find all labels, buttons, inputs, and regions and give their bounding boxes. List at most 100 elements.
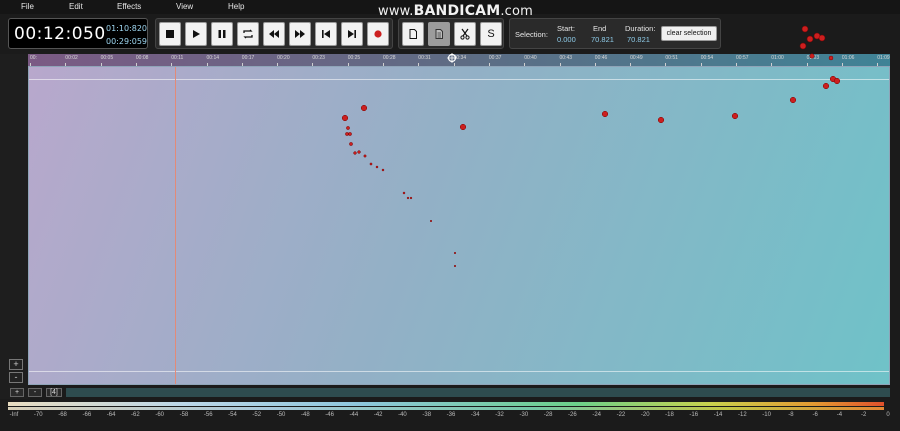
menu-view[interactable]: View [176, 2, 193, 11]
marker-dot [453, 251, 457, 255]
ruler-tick-label: 00:54 [700, 55, 714, 61]
paste-icon [435, 29, 443, 39]
rewind-button[interactable] [263, 22, 285, 46]
timeline-ruler[interactable]: 00: 00:02 00:05 00:08 00:11 00:14 00:17 00:20 00… [28, 54, 890, 66]
ruler-tick-label: 00:46 [594, 55, 608, 61]
marker-dot [801, 25, 809, 33]
ruler-tick-label: 00:20 [277, 55, 290, 61]
ruler-tick-label: 00:51 [665, 55, 678, 61]
meter-scale: -Inf -70 -68 -66 -64 -62 -60 -58 -56 -54 -52 -50 -48… [8, 412, 890, 422]
marker-dot [799, 42, 807, 50]
marker-dot [406, 196, 410, 200]
meter-scale-label: -52 [252, 412, 262, 418]
record-button[interactable] [367, 22, 389, 46]
meter-scale-label: -4 [836, 412, 843, 418]
meter-scale-label: -6 [812, 412, 818, 418]
remaining-time: 00:29:059 [106, 37, 148, 46]
meter-scale-label: -54 [228, 412, 237, 418]
ruler-tick-label: 00:31 [418, 55, 431, 61]
ruler-tick-label: 00:57 [736, 55, 749, 61]
menu-file[interactable]: File [21, 2, 34, 11]
selection-label: Selection: [515, 30, 548, 39]
pause-button[interactable] [211, 22, 233, 46]
duration-value: 70.821 [627, 35, 650, 44]
marker-dot [357, 150, 361, 154]
fit-view-button[interactable]: [4] [46, 388, 62, 397]
ruler-tick-label: 01:00 [771, 55, 784, 61]
ruler-tick-label: 00:05 [100, 55, 114, 61]
marker-dot [369, 162, 373, 166]
silence-button[interactable]: S [480, 22, 502, 46]
cut-button[interactable] [454, 22, 476, 46]
meter-scale-label: -22 [616, 412, 626, 418]
loop-button[interactable] [237, 22, 259, 46]
ruler-tick-label: 00:11 [171, 55, 184, 61]
play-button[interactable] [185, 22, 207, 46]
add-track-button[interactable]: + [10, 388, 24, 397]
audio-editor-window: File Edit Effects View Help www.BANDICAM… [0, 0, 900, 431]
ruler-tick-label: 00:17 [241, 55, 255, 61]
clear-selection-button[interactable]: clear selection [661, 26, 717, 41]
meter-scale-label: -30 [519, 412, 529, 418]
meter-scale-label: -10 [762, 412, 771, 418]
meter-scale-label: -36 [446, 412, 456, 418]
fast-forward-button[interactable] [289, 22, 311, 46]
selection-panel: Selection: Start: 0.000 End 70.821 Durat… [509, 18, 721, 49]
current-time: 00:12:050 [14, 24, 106, 44]
skip-start-icon [322, 30, 330, 38]
zoom-in-button[interactable]: + [9, 359, 23, 370]
duration-label: Duration: [625, 24, 656, 33]
meter-scale-label: -68 [58, 412, 67, 418]
meter-scale-label: -70 [33, 412, 43, 418]
loop-icon [243, 29, 253, 39]
marker-dot [828, 55, 834, 61]
meter-scale-label: -2 [861, 412, 867, 418]
paste-button[interactable] [428, 22, 450, 46]
stop-button[interactable] [159, 22, 181, 46]
ruler-tick-label: 00:02 [65, 55, 78, 61]
marker-dot [360, 104, 368, 112]
marker-dot [348, 132, 352, 136]
playhead-marker-icon[interactable] [447, 53, 457, 63]
marker-cluster [799, 25, 834, 61]
ruler-tick-label: 00: [30, 55, 37, 61]
meter-scale-label: -60 [155, 412, 164, 418]
ruler-tick-label: 01:06 [841, 55, 855, 61]
meter-scale-label: 0 [886, 412, 890, 418]
waveform-canvas[interactable] [28, 66, 890, 385]
play-icon [193, 30, 200, 38]
ruler-tick-label: 00:49 [630, 55, 643, 61]
meter-scale-label: -12 [737, 412, 747, 418]
level-meter [8, 402, 884, 411]
rewind-icon [269, 30, 279, 38]
menu-effects[interactable]: Effects [117, 2, 141, 11]
meter-scale-label: -58 [179, 412, 189, 418]
horizontal-scrollbar[interactable] [66, 388, 890, 397]
start-value[interactable]: 0.000 [557, 35, 576, 44]
record-icon [374, 30, 382, 38]
zoom-out-button[interactable]: - [9, 372, 23, 383]
copy-icon [409, 29, 417, 39]
marker-dot [601, 110, 609, 118]
menu-help[interactable]: Help [228, 2, 244, 11]
transport-controls [155, 18, 393, 49]
remove-track-button[interactable]: - [28, 388, 42, 397]
marker-dot [453, 264, 457, 268]
meter-scale-label: -26 [568, 412, 577, 418]
marker-dot [402, 191, 406, 195]
skip-end-button[interactable] [341, 22, 363, 46]
ruler-tick-label: 00:43 [559, 55, 573, 61]
meter-scale-label: -32 [495, 412, 504, 418]
end-value[interactable]: 70.821 [591, 35, 614, 44]
meter-scale-label: -46 [325, 412, 334, 418]
meter-scale-label: -38 [422, 412, 432, 418]
copy-button[interactable] [402, 22, 424, 46]
marker-dot [341, 114, 349, 122]
menu-edit[interactable]: Edit [69, 2, 83, 11]
pause-icon [218, 30, 226, 38]
marker-dot [809, 53, 815, 59]
skip-start-button[interactable] [315, 22, 337, 46]
ruler-tick-label: 00:14 [206, 55, 220, 61]
marker-dot [345, 132, 349, 136]
meter-scale-label: -28 [543, 412, 553, 418]
